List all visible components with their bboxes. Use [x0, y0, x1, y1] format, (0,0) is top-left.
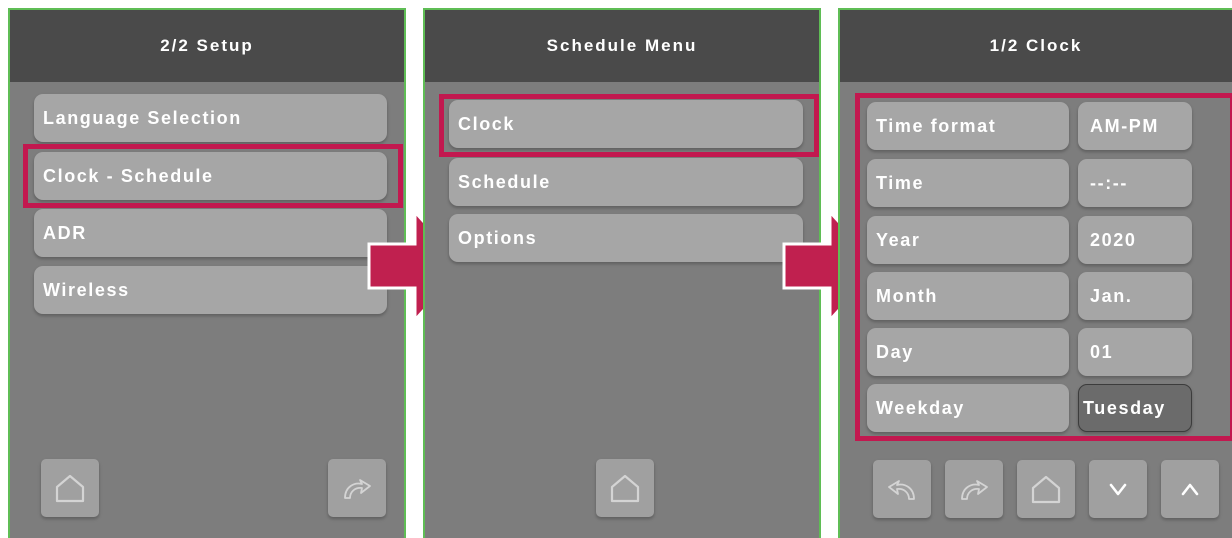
day-value[interactable]: 01 — [1078, 328, 1192, 376]
forward-button[interactable] — [328, 459, 386, 517]
menu-item-clock-schedule[interactable]: Clock - Schedule — [34, 152, 387, 200]
home-button[interactable] — [41, 459, 99, 517]
time-format-label: Time format — [867, 102, 1069, 150]
menu-item-clock[interactable]: Clock — [449, 100, 803, 148]
forward-icon — [344, 479, 371, 499]
menu-item-wireless[interactable]: Wireless — [34, 266, 387, 314]
year-label: Year — [867, 216, 1069, 264]
home-icon — [55, 474, 85, 503]
screen-title: Schedule Menu — [425, 10, 819, 82]
back-button[interactable] — [873, 460, 931, 518]
screen-title: 1/2 Clock — [840, 10, 1232, 82]
menu-item-options[interactable]: Options — [449, 214, 803, 262]
weekday-value[interactable]: Tuesday — [1078, 384, 1192, 432]
forward-button[interactable] — [945, 460, 1003, 518]
menu-item-schedule[interactable]: Schedule — [449, 158, 803, 206]
down-button[interactable] — [1089, 460, 1147, 518]
month-label: Month — [867, 272, 1069, 320]
weekday-label: Weekday — [867, 384, 1069, 432]
schedule-menu-screen: Schedule Menu Clock Schedule Options — [423, 8, 821, 538]
time-format-value[interactable]: AM-PM — [1078, 102, 1192, 150]
month-value[interactable]: Jan. — [1078, 272, 1192, 320]
time-label: Time — [867, 159, 1069, 207]
home-button[interactable] — [596, 459, 654, 517]
screen-title: 2/2 Setup — [10, 10, 404, 82]
clock-screen: 1/2 Clock Time format AM-PM Time --:-- Y… — [838, 8, 1232, 538]
menu-item-language-selection[interactable]: Language Selection — [34, 94, 387, 142]
forward-icon — [961, 480, 988, 500]
setup-screen: 2/2 Setup Language Selection Clock - Sch… — [8, 8, 406, 538]
back-icon — [888, 480, 915, 500]
home-icon — [610, 474, 640, 503]
down-chevron-icon — [1109, 483, 1127, 496]
up-button[interactable] — [1161, 460, 1219, 518]
year-value[interactable]: 2020 — [1078, 216, 1192, 264]
day-label: Day — [867, 328, 1069, 376]
up-chevron-icon — [1181, 483, 1199, 496]
home-icon — [1031, 475, 1061, 504]
time-value[interactable]: --:-- — [1078, 159, 1192, 207]
menu-item-adr[interactable]: ADR — [34, 209, 387, 257]
home-button[interactable] — [1017, 460, 1075, 518]
